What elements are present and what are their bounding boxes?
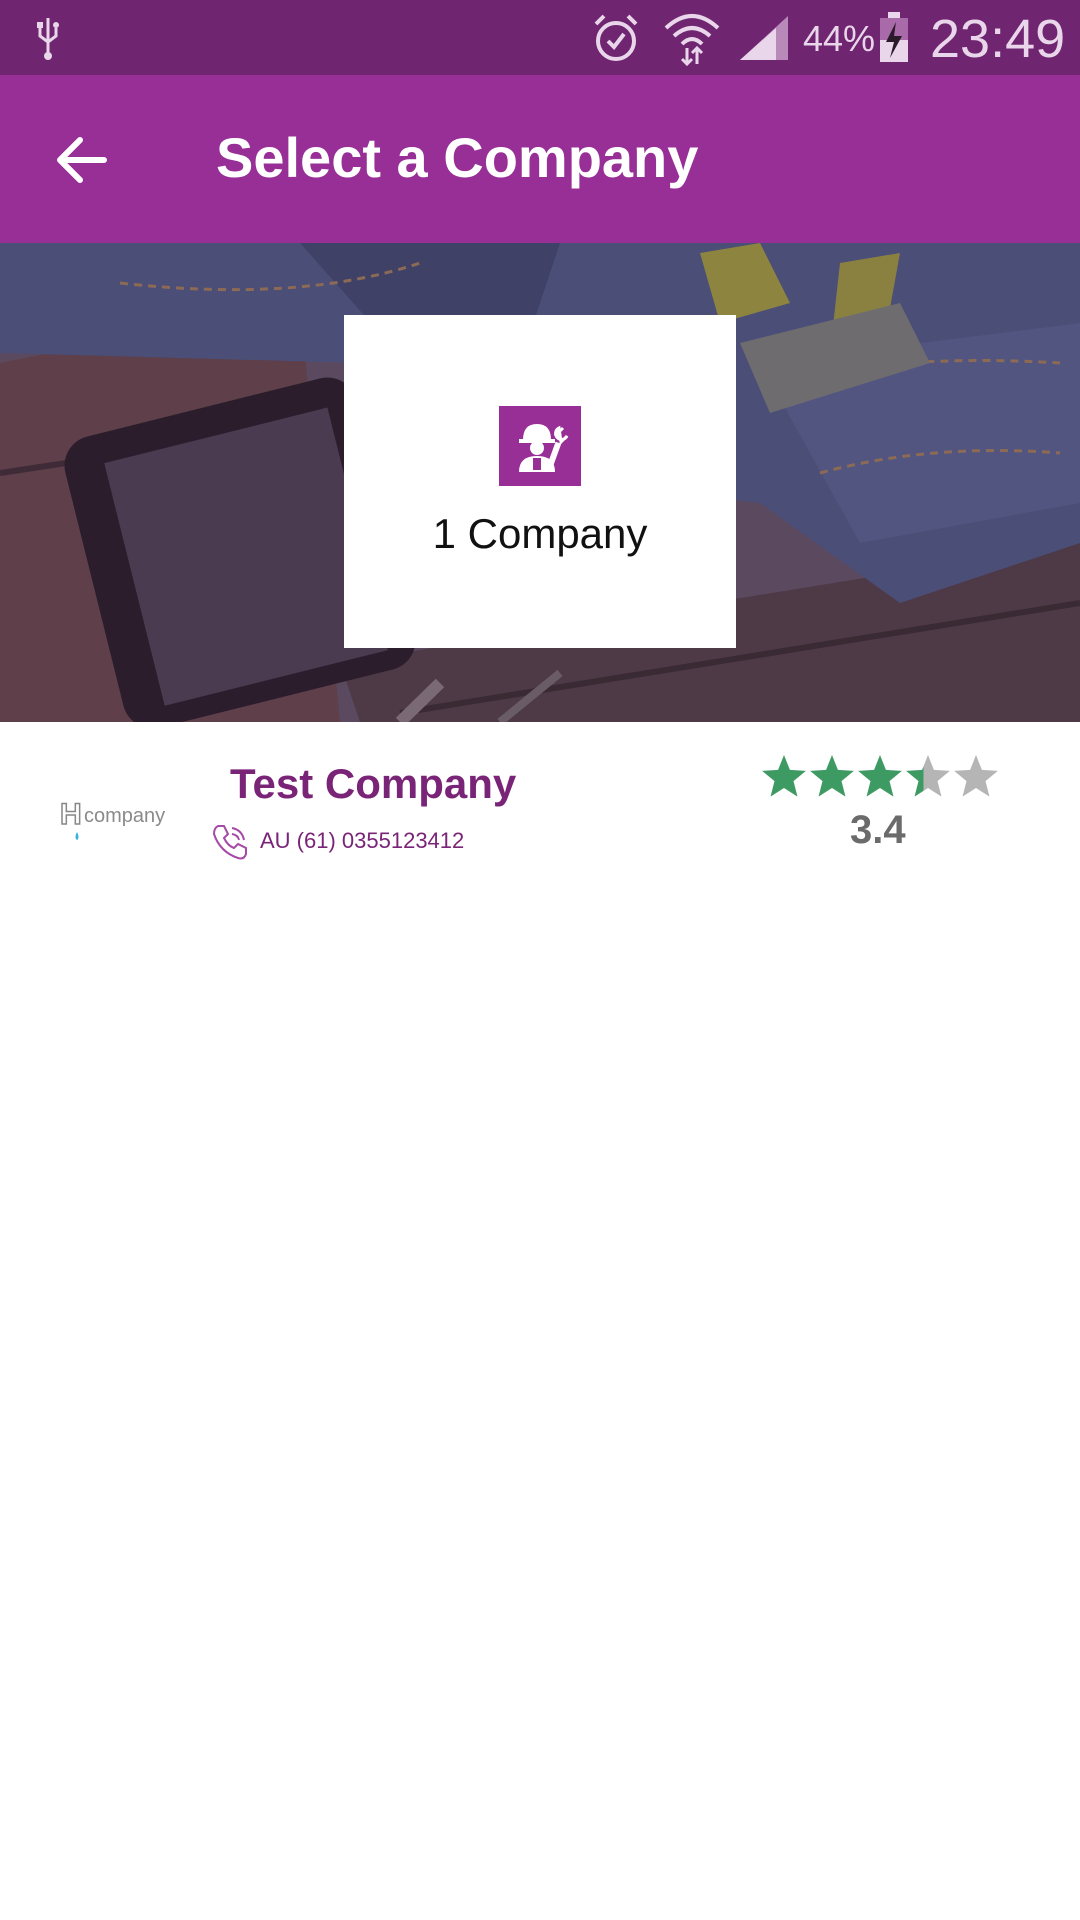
rating-value: 3.4 [850, 808, 906, 852]
app-bar: Select a Company [0, 75, 1080, 243]
company-list-item[interactable]: H company Test Company AU (61) 035512341… [0, 722, 1080, 892]
star-icon [810, 755, 854, 797]
company-count-label: 1 Company [432, 510, 648, 557]
svg-text:company: company [84, 805, 165, 827]
company-logo: H company [60, 797, 165, 840]
svg-text:H: H [60, 798, 82, 831]
arrow-back-icon[interactable] [52, 130, 112, 190]
battery-percentage: 44% [803, 18, 876, 59]
status-clock: 23:49 [930, 9, 1066, 69]
company-name: Test Company [230, 760, 517, 807]
wifi-icon [664, 14, 720, 66]
star-icon [954, 755, 998, 797]
page-title: Select a Company [216, 126, 699, 189]
company-phone[interactable]: AU (61) 0355123412 [260, 828, 464, 854]
status-bar: 44% 23:49 [0, 0, 1080, 75]
alarm-icon [594, 14, 638, 61]
star-icon [762, 755, 806, 797]
star-icon [858, 755, 902, 797]
star-rating [762, 755, 998, 797]
worker-wrench-icon [499, 406, 581, 486]
signal-icon [740, 16, 788, 60]
company-count-card: 1 Company [344, 315, 736, 648]
phone-call-icon [212, 825, 247, 860]
star-icon [906, 755, 950, 797]
battery-charging-icon [880, 12, 908, 62]
usb-icon [37, 18, 59, 60]
